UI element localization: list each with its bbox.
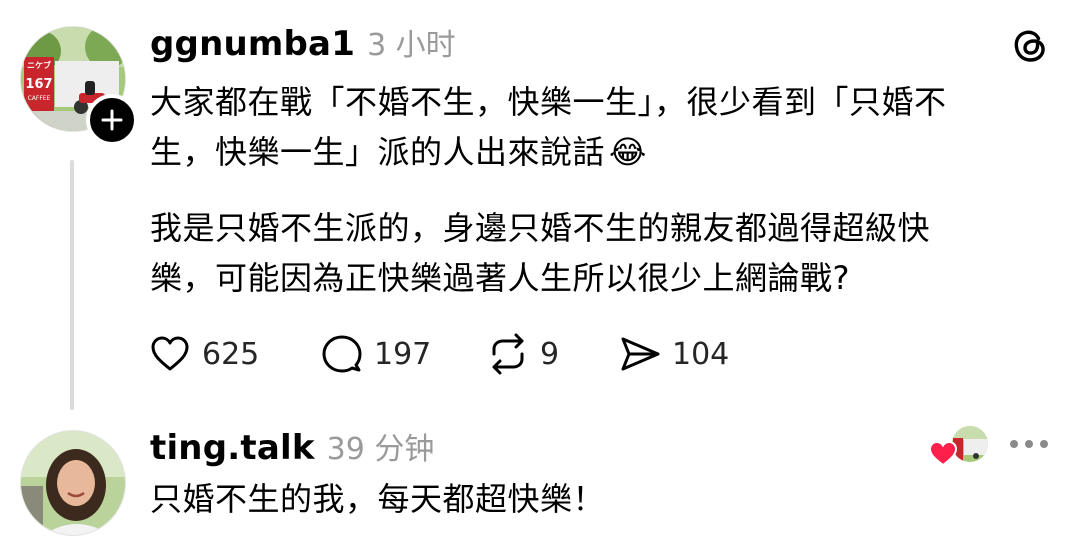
repost-button[interactable]: 9 xyxy=(486,332,559,376)
comment-count: 197 xyxy=(374,336,432,372)
liked-by-author xyxy=(928,424,992,468)
threads-logo-icon[interactable] xyxy=(1010,26,1050,66)
more-icon xyxy=(1010,440,1018,448)
post-header: ggnumba1 3 小时 xyxy=(150,20,456,64)
threads-logo-icon xyxy=(1014,30,1045,62)
share-button[interactable]: 104 xyxy=(618,332,729,376)
heart-icon xyxy=(151,336,189,371)
comment-button[interactable]: 197 xyxy=(320,332,431,376)
avatar-sign-brand: ニケブ xyxy=(27,61,51,70)
like-count: 625 xyxy=(202,336,260,372)
comment-bubble-icon xyxy=(322,335,362,373)
thread-line xyxy=(70,160,74,410)
action-bar: 625 197 9 104 xyxy=(148,332,748,378)
send-icon xyxy=(621,337,660,371)
reply-username[interactable]: ting.talk xyxy=(150,428,315,468)
reply-avatar[interactable] xyxy=(20,430,126,536)
post-body: 大家都在戰「不婚不生，快樂一生」，很少看到「只婚不 生，快樂一生」派的人出來說話… xyxy=(150,77,1060,303)
post-paragraph-1: 大家都在戰「不婚不生，快樂一生」，很少看到「只婚不 生，快樂一生」派的人出來說話… xyxy=(150,77,1060,177)
share-count: 104 xyxy=(672,336,730,372)
plus-icon xyxy=(101,109,123,131)
laughing-emoji: 😂 xyxy=(609,133,647,171)
follow-button[interactable] xyxy=(86,94,138,146)
post-time: 3 小时 xyxy=(367,28,456,63)
like-button[interactable]: 625 xyxy=(148,332,259,376)
repost-icon xyxy=(492,333,524,375)
avatar-photo xyxy=(21,431,125,535)
post-text-line: 生，快樂一生」派的人出來說話 😂 xyxy=(150,133,647,171)
more-icon xyxy=(1040,440,1048,448)
avatar-sign-sub: CAFFEE xyxy=(27,95,51,102)
avatar-sign-number: 167 xyxy=(25,77,53,92)
reply-header: ting.talk 39 分钟 xyxy=(150,424,434,468)
reply-text: 只婚不生的我，每天都超快樂！ xyxy=(150,480,606,518)
repost-count: 9 xyxy=(540,336,560,372)
more-icon xyxy=(1025,440,1033,448)
post-username[interactable]: ggnumba1 xyxy=(150,24,355,64)
post-text-line: 大家都在戰「不婚不生，快樂一生」，很少看到「只婚不 xyxy=(150,83,947,121)
post-text-line: 樂，可能因為正快樂過著人生所以很少上網論戰? xyxy=(150,259,850,297)
post-text-line: 我是只婚不生派的，身邊只婚不生的親友都過得超級快 xyxy=(150,209,931,247)
reply-time: 39 分钟 xyxy=(326,432,435,467)
more-button[interactable] xyxy=(1010,440,1048,448)
post-paragraph-2: 我是只婚不生派的，身邊只婚不生的親友都過得超級快 樂，可能因為正快樂過著人生所以… xyxy=(150,203,1060,303)
heart-filled-icon xyxy=(928,440,958,467)
